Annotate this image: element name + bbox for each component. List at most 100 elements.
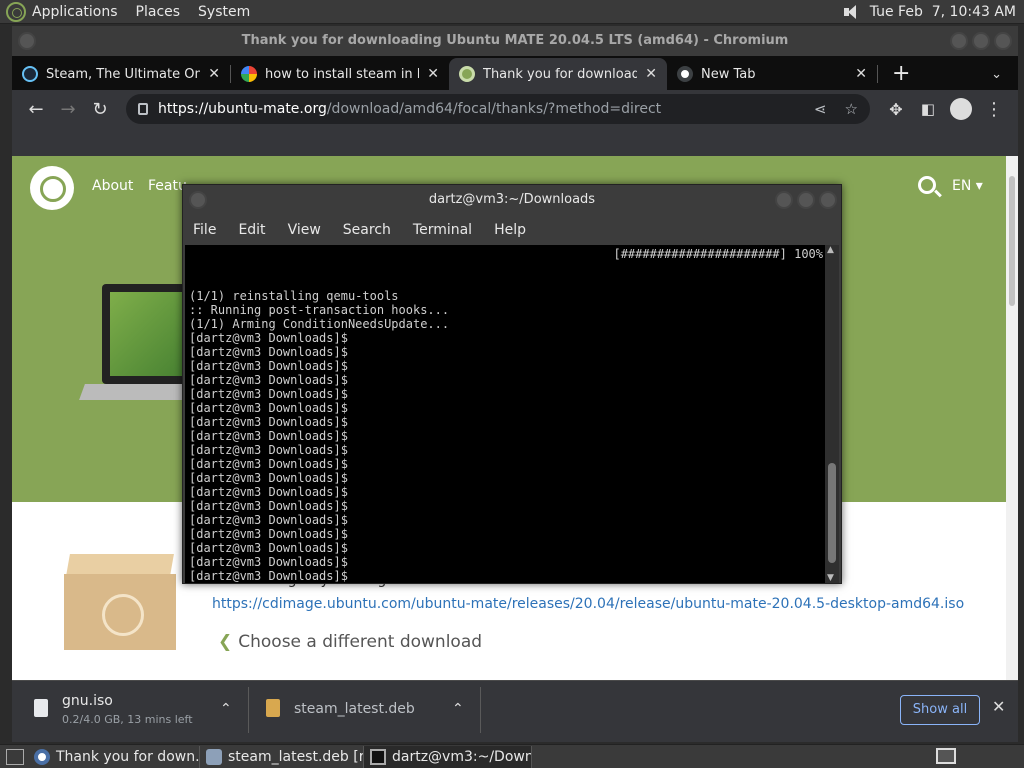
- minimize-icon[interactable]: [775, 191, 793, 209]
- terminal-line: [dartz@vm3 Downloads]$: [189, 527, 348, 541]
- download-divider: [248, 687, 249, 733]
- download-filename: gnu.iso: [62, 693, 113, 709]
- task-label: steam_latest.deb [r...: [228, 748, 364, 765]
- terminal-line: [dartz@vm3 Downloads]$: [189, 415, 348, 429]
- terminal-lines: (1/1) reinstalling qemu-tools:: Running …: [189, 289, 823, 583]
- terminal-line: [dartz@vm3 Downloads]$: [189, 457, 348, 471]
- scroll-up-icon[interactable]: ▲: [827, 245, 834, 255]
- share-icon[interactable]: ⋖: [814, 100, 827, 118]
- maximize-icon[interactable]: [797, 191, 815, 209]
- download-item-steam-deb[interactable]: steam_latest.deb ⌃: [266, 691, 466, 731]
- terminal-titlebar[interactable]: dartz@vm3:~/Downloads: [183, 185, 841, 215]
- terminal-line: [dartz@vm3 Downloads]$: [189, 485, 348, 499]
- extensions-icon[interactable]: ✥: [880, 100, 912, 119]
- terminal-scrollbar[interactable]: ▲ ▼: [825, 245, 839, 583]
- menu-edit[interactable]: Edit: [238, 222, 265, 238]
- page-scrollbar[interactable]: [1006, 156, 1018, 680]
- ubuntu-mate-logo[interactable]: [30, 166, 74, 210]
- ubuntu-mate-icon: [459, 66, 475, 82]
- mate-menu-icon[interactable]: [6, 1, 26, 22]
- menu-help[interactable]: Help: [494, 222, 526, 238]
- tab-ubuntu-mate[interactable]: Thank you for downloading ✕: [449, 58, 667, 90]
- menu-system[interactable]: System: [198, 4, 250, 20]
- download-item-gnu-iso[interactable]: gnu.iso 0.2/4.0 GB, 13 mins left ⌃: [34, 691, 234, 731]
- close-window-icon[interactable]: [994, 32, 1012, 50]
- reload-icon[interactable]: ↻: [84, 99, 116, 120]
- file-icon: [34, 699, 48, 717]
- profile-avatar[interactable]: [950, 98, 972, 120]
- nav-about[interactable]: About: [92, 178, 133, 194]
- package-icon: [206, 748, 222, 765]
- tab-label: how to install steam in linu: [265, 66, 420, 82]
- menu-terminal[interactable]: Terminal: [413, 222, 472, 238]
- bookmark-star-icon[interactable]: ☆: [845, 100, 858, 118]
- scrollbar-thumb[interactable]: [828, 463, 836, 563]
- chevron-up-icon[interactable]: ⌃: [220, 701, 232, 717]
- download-status: 0.2/4.0 GB, 13 mins left: [62, 713, 193, 726]
- close-tab-icon[interactable]: ✕: [855, 66, 867, 82]
- volume-icon[interactable]: [842, 4, 860, 20]
- menu-file[interactable]: File: [193, 222, 216, 238]
- window-menu-icon[interactable]: [189, 191, 207, 209]
- language-selector[interactable]: EN ▾: [952, 178, 983, 194]
- terminal-output[interactable]: [######################] 100% (1/1) rein…: [185, 245, 827, 583]
- tab-label: Steam, The Ultimate Onlin: [46, 66, 201, 82]
- close-tab-icon[interactable]: ✕: [645, 66, 657, 82]
- terminal-line: (1/1) reinstalling qemu-tools: [189, 289, 399, 303]
- window-menu-icon[interactable]: [18, 32, 36, 50]
- minimize-icon[interactable]: [950, 32, 968, 50]
- terminal-line: [dartz@vm3 Downloads]$: [189, 499, 348, 513]
- direct-download-link[interactable]: https://cdimage.ubuntu.com/ubuntu-mate/r…: [212, 596, 964, 612]
- tab-google-search[interactable]: how to install steam in linu ✕: [231, 58, 449, 90]
- show-all-button[interactable]: Show all: [900, 695, 980, 725]
- close-tab-icon[interactable]: ✕: [427, 66, 439, 82]
- chevron-down-icon[interactable]: ⌄: [991, 67, 1002, 82]
- menu-view[interactable]: View: [288, 222, 321, 238]
- choose-different-download-link[interactable]: ❮ Choose a different download: [218, 632, 482, 652]
- terminal-line: [dartz@vm3 Downloads]$: [189, 555, 348, 569]
- workspace-switcher[interactable]: [936, 748, 956, 764]
- tab-steam[interactable]: Steam, The Ultimate Onlin ✕: [12, 58, 230, 90]
- terminal-line: [dartz@vm3 Downloads]$: [189, 401, 348, 415]
- tab-new-tab[interactable]: New Tab ✕: [667, 58, 877, 90]
- side-panel-icon[interactable]: ◧: [912, 100, 944, 118]
- tab-label: New Tab: [701, 66, 756, 82]
- menu-search[interactable]: Search: [343, 222, 391, 238]
- more-menu-icon[interactable]: ⋮: [978, 99, 1010, 120]
- chevron-up-icon[interactable]: ⌃: [452, 701, 464, 717]
- search-icon[interactable]: [918, 176, 936, 194]
- taskbar-item-chromium[interactable]: Thank you for down...: [28, 745, 200, 768]
- clock[interactable]: Tue Feb 7, 10:43 AM: [870, 4, 1016, 20]
- browser-toolbar: ← → ↻ https://ubuntu-mate.org/download/a…: [12, 90, 1018, 128]
- new-tab-button[interactable]: +: [892, 61, 910, 86]
- lock-icon[interactable]: [138, 103, 148, 115]
- address-bar[interactable]: https://ubuntu-mate.org/download/amd64/f…: [126, 94, 870, 124]
- maximize-icon[interactable]: [972, 32, 990, 50]
- terminal-line: [dartz@vm3 Downloads]$: [189, 569, 348, 583]
- language-label: EN: [952, 178, 972, 194]
- close-window-icon[interactable]: [819, 191, 837, 209]
- scroll-down-icon[interactable]: ▼: [827, 573, 834, 583]
- terminal-line: [dartz@vm3 Downloads]$: [189, 373, 348, 387]
- terminal-line: [dartz@vm3 Downloads]$: [189, 513, 348, 527]
- menu-applications[interactable]: Applications: [32, 4, 118, 20]
- taskbar-item-package[interactable]: steam_latest.deb [r...: [200, 745, 364, 768]
- close-icon[interactable]: ✕: [992, 697, 1005, 716]
- tab-strip: Steam, The Ultimate Onlin ✕ how to insta…: [12, 56, 1018, 90]
- forward-icon[interactable]: →: [52, 99, 84, 120]
- download-filename: steam_latest.deb: [294, 701, 415, 717]
- top-panel: Applications Places System Tue Feb 7, 10…: [0, 0, 1024, 24]
- progress-text: [######################] 100%: [613, 247, 823, 261]
- close-tab-icon[interactable]: ✕: [208, 66, 220, 82]
- bookmark-bar: [12, 128, 1018, 156]
- browser-titlebar[interactable]: Thank you for downloading Ubuntu MATE 20…: [12, 26, 1018, 56]
- taskbar-item-terminal[interactable]: dartz@vm3:~/Down...: [364, 745, 532, 768]
- terminal-line: [dartz@vm3 Downloads]$: [189, 443, 348, 457]
- google-icon: [241, 66, 257, 82]
- url-path: /download/amd64/focal/thanks/?method=dir…: [326, 101, 662, 117]
- terminal-line: [dartz@vm3 Downloads]$: [189, 345, 348, 359]
- show-desktop-icon[interactable]: [6, 748, 24, 765]
- back-icon[interactable]: ←: [20, 99, 52, 120]
- menu-places[interactable]: Places: [136, 4, 181, 20]
- browser-window-title: Thank you for downloading Ubuntu MATE 20…: [241, 33, 789, 48]
